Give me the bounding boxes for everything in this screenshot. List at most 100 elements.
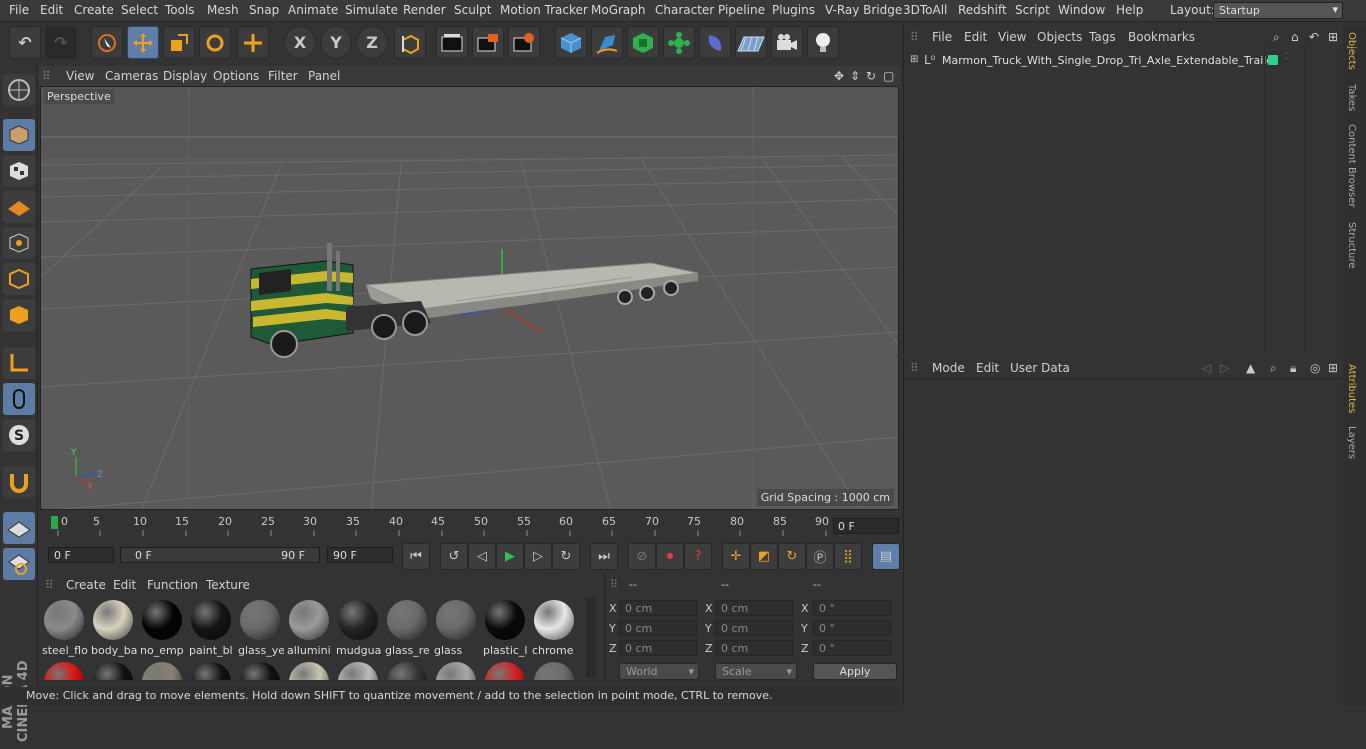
- home-icon[interactable]: ⌂: [1291, 30, 1299, 44]
- material-swatch[interactable]: mudgua: [336, 598, 381, 657]
- render-picture-viewer-icon[interactable]: [472, 26, 504, 59]
- render-view-icon[interactable]: [436, 26, 468, 59]
- obj-menu-edit[interactable]: Edit: [964, 30, 987, 44]
- live-selection-icon[interactable]: [91, 26, 123, 59]
- position-z-field[interactable]: 0 cm: [619, 640, 697, 656]
- apply-button[interactable]: Apply: [813, 663, 897, 680]
- material-swatch[interactable]: glass_ye: [238, 598, 284, 657]
- world-coordinates-icon[interactable]: [394, 26, 426, 59]
- mat-menu-edit[interactable]: Edit: [113, 578, 136, 592]
- menu-plugins[interactable]: Plugins: [772, 3, 815, 17]
- object-row[interactable]: ⊞ L⁰ Marmon_Truck_With_Single_Drop_Tri_A…: [904, 52, 1344, 70]
- rotation-p-field[interactable]: 0 °: [813, 620, 891, 636]
- obj-menu-bookmarks[interactable]: Bookmarks: [1128, 30, 1195, 44]
- material-swatch[interactable]: no_emp: [140, 598, 184, 657]
- material-swatch[interactable]: allumini: [287, 598, 331, 657]
- vp-menu-options[interactable]: Options: [213, 69, 259, 83]
- back-arrow-icon[interactable]: ◁: [1202, 361, 1211, 375]
- obj-menu-objects[interactable]: Objects: [1037, 30, 1082, 44]
- back-icon[interactable]: ↶: [1309, 30, 1319, 44]
- tab-takes[interactable]: Takes: [1346, 84, 1357, 111]
- search-icon[interactable]: ⌕: [1273, 30, 1280, 45]
- material-swatch[interactable]: glass: [434, 598, 478, 657]
- menu-snap[interactable]: Snap: [249, 3, 279, 17]
- end-frame-field[interactable]: 90 F: [327, 547, 393, 563]
- key-position-icon[interactable]: ✛: [722, 543, 750, 570]
- workplane-lock-icon[interactable]: [3, 512, 35, 544]
- subdivision-icon[interactable]: [627, 26, 659, 59]
- obj-menu-tags[interactable]: Tags: [1089, 30, 1116, 44]
- solo-icon[interactable]: S: [3, 419, 35, 451]
- rotate-icon[interactable]: [199, 26, 231, 59]
- menu-vray-bridge[interactable]: V-Ray Bridge: [825, 3, 902, 17]
- next-frame-icon[interactable]: ▷: [524, 543, 552, 570]
- pointer-icon[interactable]: ▲: [1246, 361, 1255, 375]
- record-keys-icon[interactable]: ⊘: [628, 543, 656, 570]
- menu-select[interactable]: Select: [121, 3, 158, 17]
- move-icon[interactable]: [127, 26, 159, 59]
- menu-window[interactable]: Window: [1058, 3, 1105, 17]
- y-axis-icon[interactable]: Y: [320, 26, 352, 59]
- vp-menu-filter[interactable]: Filter: [268, 69, 298, 83]
- x-axis-icon[interactable]: X: [284, 26, 316, 59]
- material-swatch[interactable]: [238, 660, 282, 680]
- floor-icon[interactable]: [735, 26, 767, 59]
- visibility-dot-icon[interactable]: [1268, 55, 1278, 65]
- size-z-field[interactable]: 0 cm: [715, 640, 793, 656]
- mat-menu-texture[interactable]: Texture: [206, 578, 250, 592]
- tab-structure[interactable]: Structure: [1346, 222, 1357, 269]
- vp-menu-display[interactable]: Display: [163, 69, 207, 83]
- tab-attributes[interactable]: Attributes: [1346, 364, 1357, 413]
- pen-icon[interactable]: [591, 26, 623, 59]
- menu-script[interactable]: Script: [1015, 3, 1050, 17]
- obj-menu-file[interactable]: File: [932, 30, 952, 44]
- vp-menu-panel[interactable]: Panel: [308, 69, 340, 83]
- orbit-icon[interactable]: ↻: [866, 69, 876, 83]
- rotation-h-field[interactable]: 0 °: [813, 600, 891, 616]
- points-mode-icon[interactable]: [3, 227, 35, 259]
- edit-render-settings-icon[interactable]: [508, 26, 540, 59]
- menu-edit[interactable]: Edit: [40, 3, 63, 17]
- menu-character[interactable]: Character: [655, 3, 714, 17]
- menu-file[interactable]: File: [9, 3, 29, 17]
- key-scale-icon[interactable]: ◩: [750, 543, 778, 570]
- size-y-field[interactable]: 0 cm: [715, 620, 793, 636]
- start-frame-field[interactable]: 0 F: [48, 547, 114, 563]
- forward-arrow-icon[interactable]: ▷: [1220, 361, 1229, 375]
- position-y-field[interactable]: 0 cm: [619, 620, 697, 636]
- mat-menu-function[interactable]: Function: [147, 578, 198, 592]
- material-swatch[interactable]: [287, 660, 331, 680]
- next-key-icon[interactable]: ↻: [552, 543, 580, 570]
- tab-layers[interactable]: Layers: [1346, 426, 1357, 459]
- search-icon[interactable]: ⌕: [1270, 361, 1277, 376]
- size-mode-dropdown[interactable]: Scale ▾: [715, 663, 797, 680]
- new-window-icon[interactable]: ⊞: [1328, 30, 1338, 44]
- attr-menu-mode[interactable]: Mode: [932, 361, 965, 375]
- menu-3dtoall[interactable]: 3DToAll: [903, 3, 947, 17]
- menu-sculpt[interactable]: Sculpt: [454, 3, 491, 17]
- attr-menu-edit[interactable]: Edit: [976, 361, 999, 375]
- object-name[interactable]: Marmon_Truck_With_Single_Drop_Tri_Axle_E…: [942, 54, 1278, 67]
- vp-menu-cameras[interactable]: Cameras: [105, 69, 158, 83]
- material-scrollbar[interactable]: [586, 598, 596, 678]
- tab-objects[interactable]: Objects: [1346, 32, 1357, 70]
- keyframe-selection-icon[interactable]: ?: [684, 543, 712, 570]
- layout-dropdown[interactable]: Startup ▾: [1213, 2, 1343, 19]
- material-swatch[interactable]: [140, 660, 184, 680]
- menu-animate[interactable]: Animate: [288, 3, 338, 17]
- make-editable-icon[interactable]: [3, 74, 35, 106]
- cube-icon[interactable]: [555, 26, 587, 59]
- new-window-icon[interactable]: ⊞: [1328, 361, 1338, 375]
- obj-menu-view[interactable]: View: [998, 30, 1026, 44]
- material-swatch[interactable]: [42, 660, 86, 680]
- key-rotation-icon[interactable]: ↻: [778, 543, 806, 570]
- attr-menu-user-data[interactable]: User Data: [1010, 361, 1070, 375]
- play-icon[interactable]: ▶: [496, 543, 524, 570]
- material-swatch[interactable]: [91, 660, 135, 680]
- go-to-start-icon[interactable]: ⏮: [402, 543, 430, 570]
- material-swatch[interactable]: paint_bl: [189, 598, 233, 657]
- material-swatch[interactable]: [385, 660, 429, 680]
- mat-menu-create[interactable]: Create: [66, 578, 106, 592]
- frame-range-slider[interactable]: 0 F 90 F: [120, 547, 320, 563]
- menu-render[interactable]: Render: [403, 3, 446, 17]
